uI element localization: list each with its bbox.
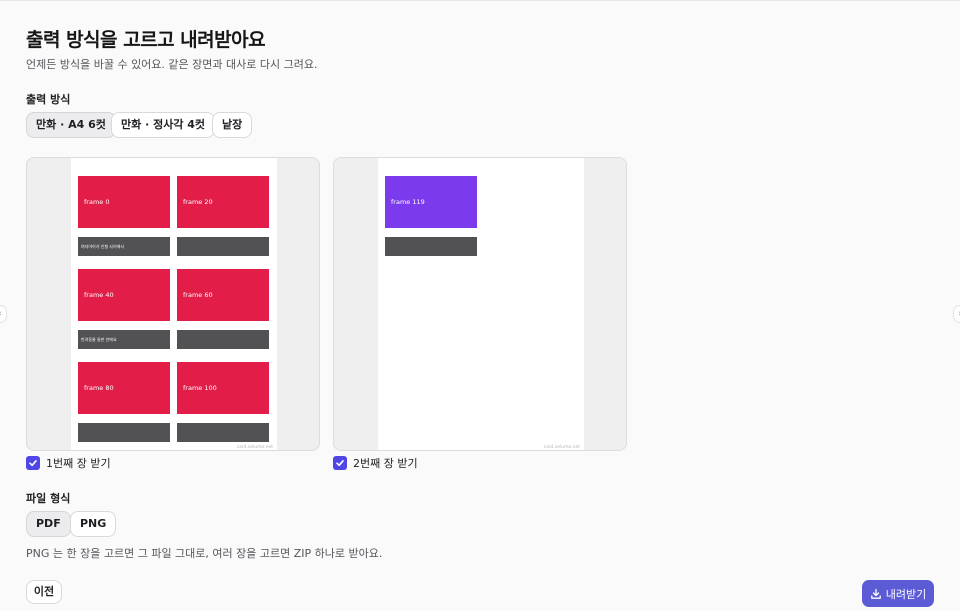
scroll-left-icon[interactable]: ‹ <box>0 305 7 323</box>
format-option-png[interactable]: PNG <box>70 511 117 537</box>
top-divider <box>0 0 960 1</box>
comic-frame: frame 80 <box>78 362 170 414</box>
format-option-pdf[interactable]: PDF <box>26 511 71 537</box>
scroll-right-icon[interactable]: › <box>953 305 960 323</box>
download-button[interactable]: 내려받기 <box>862 580 934 607</box>
page-2-select[interactable]: 2번째 장 받기 <box>333 455 418 471</box>
check-icon[interactable] <box>333 456 347 470</box>
download-icon <box>870 588 881 599</box>
watermark: card.selumo.net <box>236 445 273 450</box>
prev-button[interactable]: 이전 <box>26 580 62 604</box>
page-subtitle: 언제든 방식을 바꿀 수 있어요. 같은 장면과 대사로 다시 그려요. <box>26 58 318 71</box>
frame-caption <box>177 330 269 349</box>
comic-frame: frame 0 <box>78 176 170 228</box>
output-option-square-4[interactable]: 만화 · 정사각 4컷 <box>111 112 216 138</box>
comic-frame: frame 119 <box>385 176 477 228</box>
comic-frame: frame 100 <box>177 362 269 414</box>
frame-caption: 여자아이가 인형 사이에서 <box>78 237 170 256</box>
frame-caption <box>78 423 170 442</box>
output-option-a4-6[interactable]: 만화 · A4 6컷 <box>26 112 116 138</box>
watermark: card.selumo.net <box>543 445 580 450</box>
check-icon[interactable] <box>26 456 40 470</box>
output-option-single[interactable]: 낱장 <box>212 112 253 138</box>
page-1-select[interactable]: 1번째 장 받기 <box>26 455 111 471</box>
frame-caption <box>385 237 477 256</box>
frame-caption <box>177 237 269 256</box>
file-format-label: 파일 형식 <box>26 492 71 505</box>
page-preview-2[interactable]: frame 119 card.selumo.net <box>333 157 627 451</box>
page-sheet: frame 0 frame 20 여자아이가 인형 사이에서 frame 40 … <box>71 158 277 450</box>
page-preview-1[interactable]: frame 0 frame 20 여자아이가 인형 사이에서 frame 40 … <box>26 157 320 451</box>
format-hint: PNG 는 한 장을 고르면 그 파일 그대로, 여러 장을 고르면 ZIP 하… <box>26 547 383 560</box>
frame-caption <box>177 423 269 442</box>
page-2-select-label: 2번째 장 받기 <box>353 457 418 470</box>
comic-frame: frame 60 <box>177 269 269 321</box>
download-label: 내려받기 <box>885 587 927 601</box>
comic-frame: frame 20 <box>177 176 269 228</box>
page-title: 출력 방식을 고르고 내려받아요 <box>26 29 266 51</box>
comic-frame: frame 40 <box>78 269 170 321</box>
frame-caption: 반려동물 들판 안에요 <box>78 330 170 349</box>
page-1-select-label: 1번째 장 받기 <box>46 457 111 470</box>
output-mode-label: 출력 방식 <box>26 93 71 106</box>
page-sheet: frame 119 card.selumo.net <box>378 158 584 450</box>
